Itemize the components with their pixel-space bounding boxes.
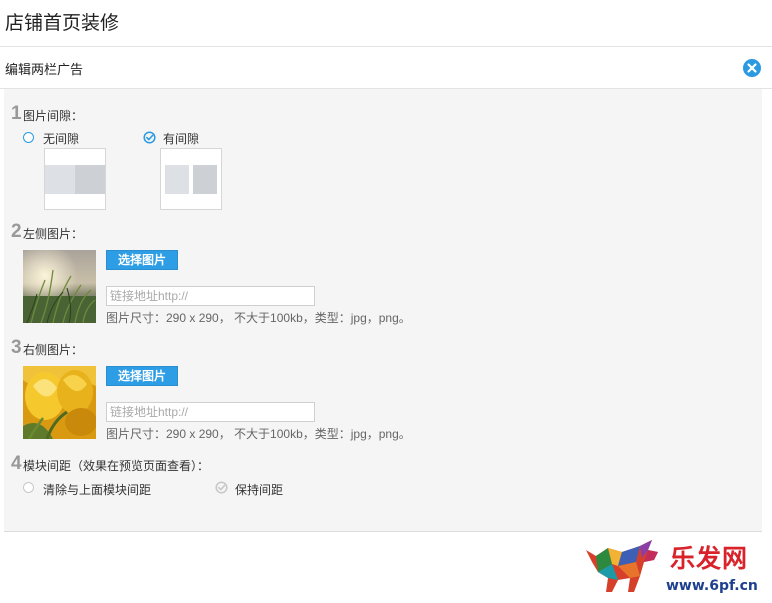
preview-block xyxy=(45,165,75,194)
radio-no-gap[interactable] xyxy=(23,132,34,143)
watermark-url: www.6pf.cn xyxy=(666,578,758,594)
section-number-3: 3 xyxy=(11,337,22,358)
watermark-logo: 乐发网 www.6pf.cn xyxy=(582,536,766,598)
right-image-thumbnail xyxy=(23,366,96,439)
grass-sunset-image xyxy=(23,250,96,323)
preview-with-gap[interactable] xyxy=(160,148,222,210)
radio-label-with-gap: 有间隙 xyxy=(163,132,200,146)
right-image-hint: 图片尺寸：290 x 290， 不大于100kb，类型：jpg，png。 xyxy=(106,427,411,441)
right-image-link-input[interactable] xyxy=(106,402,315,422)
left-image-link-input[interactable] xyxy=(106,286,315,306)
watermark-brand: 乐发网 xyxy=(670,544,749,573)
radio-with-gap[interactable] xyxy=(143,131,156,144)
close-button[interactable] xyxy=(743,59,761,77)
page-title: 店铺首页装修 xyxy=(5,13,120,34)
radio-keep-spacing[interactable] xyxy=(215,481,228,494)
radio-label-keep-spacing: 保持间距 xyxy=(235,483,284,497)
radio-clear-spacing[interactable] xyxy=(23,482,34,493)
close-icon xyxy=(747,63,757,73)
section-label-right-image: 右侧图片： xyxy=(23,343,84,357)
radio-label-no-gap: 无间隙 xyxy=(43,132,80,146)
left-image-thumbnail xyxy=(23,250,96,323)
section-label-gap: 图片间隙： xyxy=(23,109,84,123)
tulip-image xyxy=(23,366,96,439)
section-label-module-spacing: 模块间距（效果在预览页面查看）： xyxy=(23,459,210,473)
preview-block xyxy=(193,165,217,194)
select-left-image-button[interactable]: 选择图片 xyxy=(106,250,178,270)
section-number-2: 2 xyxy=(11,221,22,242)
section-number-4: 4 xyxy=(11,453,22,474)
page-header: 店铺首页装修 xyxy=(0,0,772,47)
section-label-left-image: 左侧图片： xyxy=(23,227,84,241)
preview-block xyxy=(165,165,189,194)
section-number-1: 1 xyxy=(11,103,22,124)
panel-header: 编辑两栏广告 xyxy=(0,47,772,89)
left-image-hint: 图片尺寸：290 x 290， 不大于100kb，类型：jpg，png。 xyxy=(106,311,411,325)
edit-panel: 编辑两栏广告 1 图片间隙： 无间隙 有间隙 2 左侧图片： 选择图片 链接地址… xyxy=(0,47,772,532)
preview-block xyxy=(75,165,105,194)
preview-no-gap[interactable] xyxy=(44,148,106,210)
radio-label-clear-spacing: 清除与上面模块间距 xyxy=(43,483,152,497)
select-right-image-button[interactable]: 选择图片 xyxy=(106,366,178,386)
panel-title: 编辑两栏广告 xyxy=(5,62,84,77)
